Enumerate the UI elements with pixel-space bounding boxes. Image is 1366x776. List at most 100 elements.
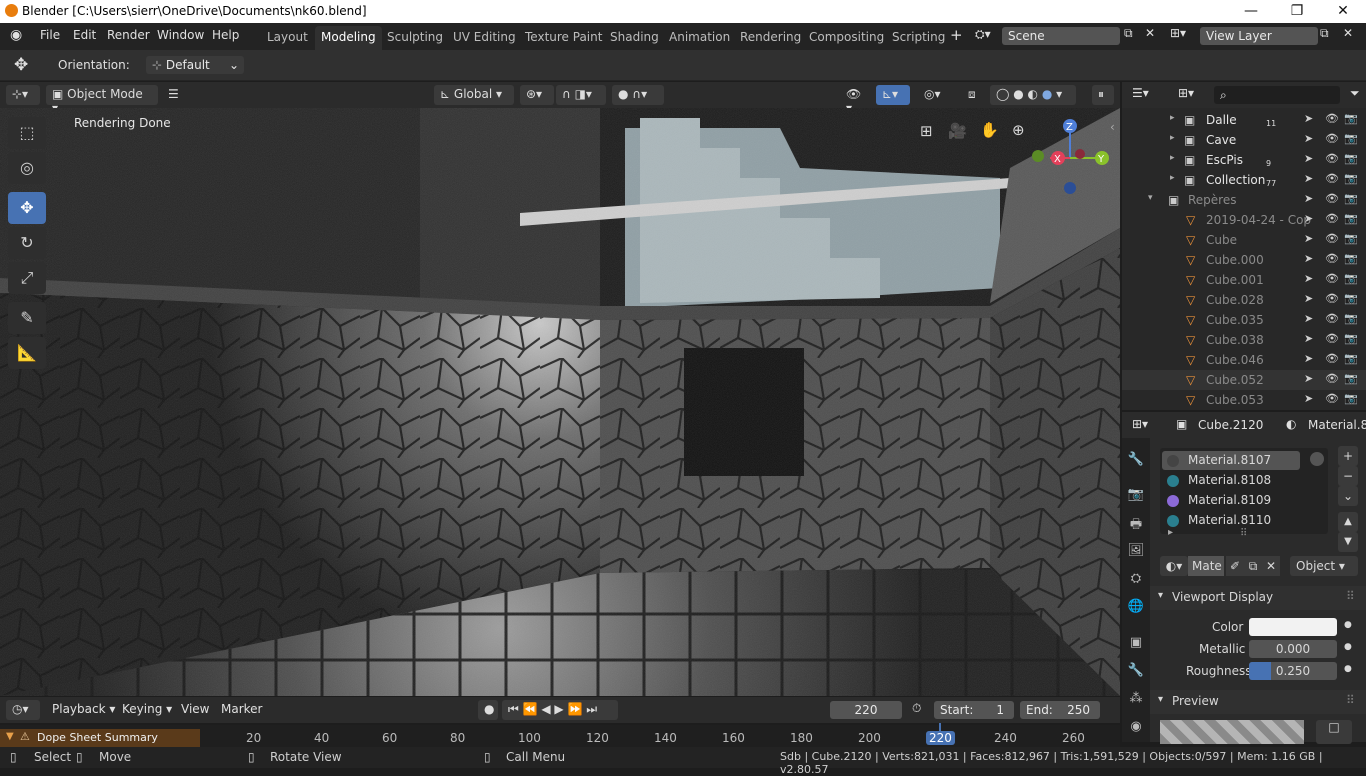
add-workspace-icon[interactable]: + xyxy=(950,26,963,44)
menu-window[interactable]: Window xyxy=(157,28,204,42)
tab-layout[interactable]: Layout xyxy=(261,26,314,50)
timeline-editor-icon[interactable]: ◷▾ xyxy=(6,700,40,720)
eye-icon[interactable]: 👁 xyxy=(1325,332,1339,345)
expand-arrow-icon[interactable]: ▸ xyxy=(1170,173,1175,183)
scene-copy-icon[interactable]: ⧉ xyxy=(1124,26,1133,41)
material-slot-item[interactable]: Material.8108 xyxy=(1162,471,1300,490)
close-button[interactable]: ✕ xyxy=(1320,0,1366,23)
maximize-button[interactable]: ❐ xyxy=(1274,0,1320,23)
end-frame-field[interactable]: End: 250 xyxy=(1020,701,1100,719)
menu-file[interactable]: File xyxy=(40,28,60,42)
camera-icon[interactable]: 📷 xyxy=(1344,312,1358,325)
playhead-line[interactable] xyxy=(939,723,941,731)
slot-scroll-handle[interactable] xyxy=(1310,452,1324,466)
outliner-row[interactable]: ▽ 2019-04-24 - Cop ➤ 👁 📷 xyxy=(1122,210,1366,230)
metallic-slider[interactable]: 0.000 xyxy=(1249,640,1337,658)
view-layer-remove-icon[interactable]: ✕ xyxy=(1343,26,1353,40)
xray-icon[interactable]: ⧈ xyxy=(962,85,988,105)
outliner-row[interactable]: ▽ Cube.038 ➤ 👁 📷 xyxy=(1122,330,1366,350)
eye-icon[interactable]: 👁 xyxy=(1325,172,1339,185)
outliner-row[interactable]: ▽ Cube.052 ➤ 👁 📷 xyxy=(1122,370,1366,390)
move-tool-button[interactable]: ✥ xyxy=(8,192,46,224)
measure-tool-icon[interactable]: 📐 xyxy=(8,337,46,369)
keyframe-dot-icon[interactable]: ● xyxy=(1344,620,1352,630)
material-slot-item[interactable]: Material.8107 xyxy=(1162,451,1300,470)
outliner-row[interactable]: ▸ ▣ Collection 77 ➤ 👁 📷 xyxy=(1122,170,1366,190)
camera-icon[interactable]: 📷 xyxy=(1344,232,1358,245)
remove-slot-button[interactable]: − xyxy=(1338,466,1358,486)
eye-icon[interactable]: 👁 xyxy=(1325,132,1339,145)
eye-icon[interactable]: 👁 xyxy=(1325,272,1339,285)
duplicate-icon[interactable]: ⧉ xyxy=(1244,556,1262,576)
menu-keying[interactable]: Keying ▾ xyxy=(122,702,172,716)
annotate-tool-icon[interactable]: ✎ xyxy=(8,302,46,334)
rotate-tool-icon[interactable]: ↻ xyxy=(8,227,46,259)
outliner-row[interactable]: ▽ Cube.000 ➤ 👁 📷 xyxy=(1122,250,1366,270)
view-layer-tab-icon[interactable]: 🖼 xyxy=(1127,543,1145,561)
browse-material-button[interactable]: ◐▾ xyxy=(1160,556,1188,576)
outliner-row[interactable]: ▾ ▣ Repères ➤ 👁 📷 xyxy=(1122,190,1366,210)
scene-icon[interactable]: ⛭▾ xyxy=(975,27,991,42)
perspective-grid-icon[interactable]: ⊞ xyxy=(920,122,933,140)
preview-range-icon[interactable]: ⏱ xyxy=(912,701,921,716)
camera-icon[interactable]: 📷 xyxy=(1344,112,1358,125)
camera-icon[interactable]: 📷 xyxy=(1344,192,1358,205)
fake-user-icon[interactable]: ✐ xyxy=(1226,556,1244,576)
eye-icon[interactable]: 👁 xyxy=(1325,212,1339,225)
camera-icon[interactable]: 📷 xyxy=(1344,372,1358,385)
material-name-field[interactable]: Mate xyxy=(1188,556,1224,576)
camera-icon[interactable]: 📷 xyxy=(1344,272,1358,285)
menu-help[interactable]: Help xyxy=(212,28,239,42)
current-frame-marker[interactable]: 220 xyxy=(926,731,955,745)
select-arrow-icon[interactable]: ➤ xyxy=(1304,372,1313,385)
keyframe-dot-icon[interactable]: ● xyxy=(1344,664,1352,674)
outliner-row[interactable]: ▽ Cube.035 ➤ 👁 📷 xyxy=(1122,310,1366,330)
select-arrow-icon[interactable]: ➤ xyxy=(1304,252,1313,265)
select-arrow-icon[interactable]: ➤ xyxy=(1304,232,1313,245)
axis-gizmo[interactable]: Z X Y xyxy=(1028,116,1112,202)
outliner-row[interactable]: ▽ Cube.028 ➤ 👁 📷 xyxy=(1122,290,1366,310)
snap-icon[interactable]: ∩ ◨▾ xyxy=(556,85,606,105)
select-arrow-icon[interactable]: ➤ xyxy=(1304,392,1313,405)
preview-shape-button[interactable]: □ xyxy=(1316,720,1352,744)
camera-icon[interactable]: 📷 xyxy=(1344,212,1358,225)
keyframe-dot-icon[interactable]: ● xyxy=(1344,642,1352,652)
viewport-display-panel-header[interactable]: ▾ Viewport Display ⠿ xyxy=(1150,586,1366,610)
eye-icon[interactable]: 👁 xyxy=(1325,392,1339,405)
select-arrow-icon[interactable]: ➤ xyxy=(1304,292,1313,305)
eye-icon[interactable]: 👁 xyxy=(1325,252,1339,265)
tab-modeling[interactable]: Modeling xyxy=(315,26,382,50)
tool-tab-icon[interactable]: 🔧 xyxy=(1127,452,1145,470)
view-layer-copy-icon[interactable]: ⧉ xyxy=(1320,26,1329,41)
tab-scripting[interactable]: Scripting xyxy=(886,26,951,50)
minimize-button[interactable]: — xyxy=(1228,0,1274,23)
editor-type-button[interactable]: ⊹▾ xyxy=(6,85,40,105)
eye-icon[interactable]: 👁 xyxy=(1325,312,1339,325)
move-slot-up-button[interactable]: ▲ xyxy=(1338,512,1358,532)
current-frame-field[interactable]: 220 xyxy=(830,701,902,719)
camera-icon[interactable]: 📷 xyxy=(1344,292,1358,305)
properties-editor-icon[interactable]: ⊞▾ xyxy=(1132,417,1148,431)
zoom-icon[interactable]: ⊕ xyxy=(1012,121,1025,139)
physics-tab-icon[interactable]: ◉ xyxy=(1127,719,1145,737)
link-dropdown[interactable]: Object ▾ xyxy=(1290,556,1358,576)
outliner-row[interactable]: ▸ ▣ EscPis 9 ➤ 👁 📷 xyxy=(1122,150,1366,170)
output-tab-icon[interactable]: 🖶 xyxy=(1127,515,1145,533)
eye-icon[interactable]: 👁 xyxy=(1325,292,1339,305)
eye-icon[interactable]: 👁 xyxy=(1325,112,1339,125)
3d-viewport[interactable]: Rendering Done ⊞ 🎥 ✋ ⊕ ‹ Z X Y xyxy=(0,108,1120,696)
select-arrow-icon[interactable]: ➤ xyxy=(1304,132,1313,145)
expand-arrow-icon[interactable]: ▾ xyxy=(1148,193,1153,203)
object-tab-icon[interactable]: ▣ xyxy=(1127,635,1145,653)
expand-icon[interactable]: ▸ xyxy=(1168,527,1173,538)
outliner-row[interactable]: ▽ Cube.053 ➤ 👁 📷 xyxy=(1122,390,1366,410)
camera-icon[interactable]: 📷 xyxy=(1344,332,1358,345)
material-slot-item[interactable]: Material.8109 xyxy=(1162,491,1300,510)
outliner-row[interactable]: ▸ ▣ Dalle 11 ➤ 👁 📷 xyxy=(1122,110,1366,130)
particles-tab-icon[interactable]: ⁂ xyxy=(1127,691,1145,709)
display-mode-icon[interactable]: ⊞▾ xyxy=(1178,86,1194,100)
camera-icon[interactable]: 📷 xyxy=(1344,152,1358,165)
camera-icon[interactable]: 📷 xyxy=(1344,392,1358,405)
tab-compositing[interactable]: Compositing xyxy=(803,26,890,50)
select-arrow-icon[interactable]: ➤ xyxy=(1304,312,1313,325)
